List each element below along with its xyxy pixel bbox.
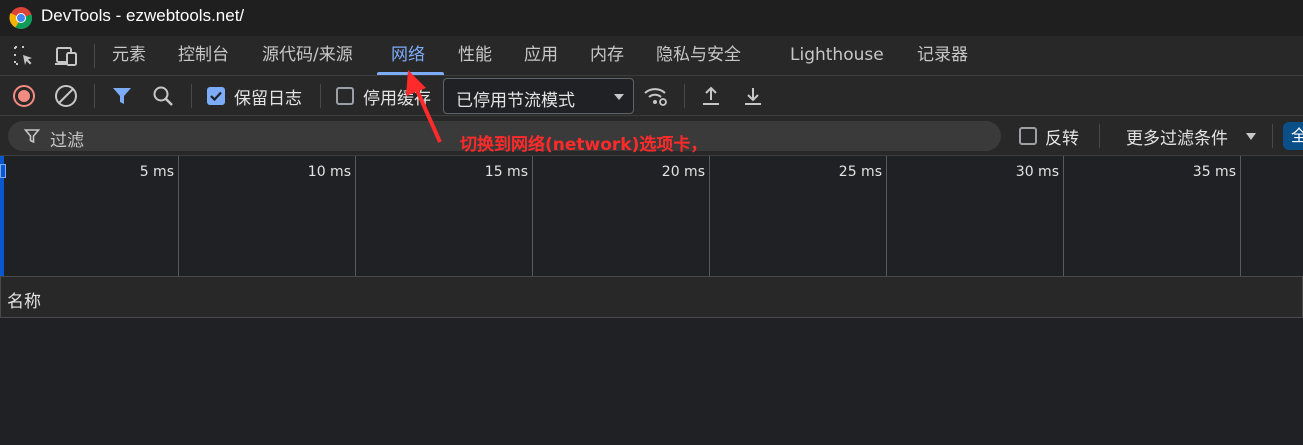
preserve-log-label: 保留日志 <box>234 89 302 109</box>
timeline-gridline <box>532 156 533 276</box>
inspect-element-icon[interactable] <box>10 43 38 69</box>
filter-funnel-icon <box>24 129 40 144</box>
clear-icon[interactable] <box>52 83 80 109</box>
timeline-tick-label: 5 ms <box>139 164 174 180</box>
filterbar-divider <box>1099 124 1100 148</box>
invert-checkbox[interactable] <box>1019 127 1037 145</box>
chevron-down-icon <box>614 94 624 100</box>
annotation-text: 切换到网络(network)选项卡， <box>460 135 708 155</box>
network-conditions-icon[interactable] <box>642 83 670 109</box>
toolbar-divider <box>684 84 685 108</box>
tab-console[interactable]: 控制台 <box>178 36 229 75</box>
active-tab-indicator <box>377 72 444 75</box>
more-filters-button[interactable]: 更多过滤条件 <box>1126 124 1228 149</box>
disable-cache-checkbox[interactable] <box>336 87 354 105</box>
search-icon[interactable] <box>149 83 177 109</box>
tab-lighthouse[interactable]: Lighthouse <box>790 36 884 75</box>
tab-privacy-security[interactable]: 隐私与安全 <box>656 36 741 75</box>
tab-sources[interactable]: 源代码/来源 <box>262 36 353 75</box>
invert-label: 反转 <box>1045 129 1079 149</box>
timeline-gridline <box>178 156 179 276</box>
device-toolbar-icon[interactable] <box>52 43 80 69</box>
window-title: DevTools - ezwebtools.net/ <box>41 6 245 25</box>
timeline-gridline <box>709 156 710 276</box>
tabbar-divider <box>94 44 95 68</box>
toolbar-divider <box>191 84 192 108</box>
toolbar-divider <box>94 84 95 108</box>
timeline-gridline <box>355 156 356 276</box>
window-titlebar: DevTools - ezwebtools.net/ <box>0 0 1303 36</box>
timeline-tick-label: 30 ms <box>1015 164 1059 180</box>
filter-all-chip[interactable]: 全 <box>1283 122 1303 150</box>
timeline-tick-label: 20 ms <box>661 164 705 180</box>
timeline-gridline <box>1063 156 1064 276</box>
network-toolbar: 保留日志 停用缓存 <box>0 76 1303 116</box>
chevron-down-icon <box>1246 133 1256 140</box>
throttling-value: 已停用节流模式 <box>456 91 575 111</box>
throttling-select[interactable]: 已停用节流模式 <box>443 78 634 114</box>
toolbar-divider <box>320 84 321 108</box>
timeline-overview[interactable]: 5 ms 10 ms 15 ms 20 ms 25 ms 30 ms 35 ms <box>0 156 1303 277</box>
download-har-icon[interactable] <box>739 83 767 109</box>
timeline-tick-label: 15 ms <box>484 164 528 180</box>
disable-cache-label: 停用缓存 <box>363 89 431 109</box>
timeline-gridline <box>1240 156 1241 276</box>
preserve-log-checkbox[interactable] <box>207 87 225 105</box>
tab-performance[interactable]: 性能 <box>458 36 492 75</box>
record-stop-icon[interactable] <box>10 83 38 109</box>
filterbar-divider <box>1272 124 1273 148</box>
tab-recorder[interactable]: 记录器 <box>917 36 968 75</box>
timeline-handle[interactable] <box>0 164 6 178</box>
filter-icon[interactable] <box>108 83 136 109</box>
timeline-tick-label: 10 ms <box>307 164 351 180</box>
timeline-tick-label: 35 ms <box>1192 164 1236 180</box>
tab-elements[interactable]: 元素 <box>112 36 146 75</box>
check-icon <box>210 91 222 102</box>
tab-network[interactable]: 网络 <box>391 36 425 75</box>
chrome-logo-icon <box>9 7 33 30</box>
timeline-tick-label: 25 ms <box>838 164 882 180</box>
upload-har-icon[interactable] <box>697 83 725 109</box>
tab-application[interactable]: 应用 <box>524 36 558 75</box>
tab-memory[interactable]: 内存 <box>590 36 624 75</box>
request-table-header: 名称 <box>0 277 1303 318</box>
panel-tabbar: 元素 控制台 源代码/来源 网络 性能 应用 内存 隐私与安全 Lighthou… <box>0 36 1303 76</box>
name-column-header[interactable]: 名称 <box>7 287 41 312</box>
filter-placeholder: 过滤 <box>50 131 84 151</box>
timeline-gridline <box>886 156 887 276</box>
